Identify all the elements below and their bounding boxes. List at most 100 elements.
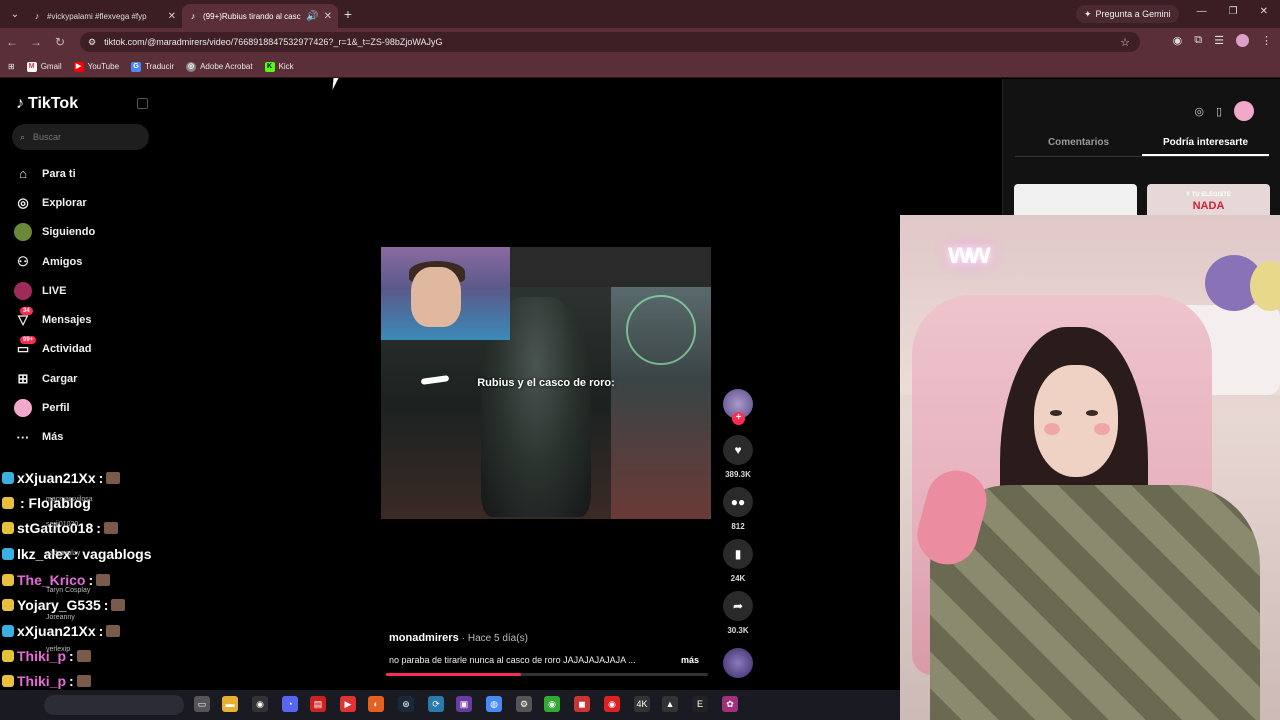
creator-avatar[interactable]: + <box>723 389 753 425</box>
sidebar-item-explorar[interactable]: ◎ Explorar <box>14 188 174 217</box>
app-icon[interactable]: ◉ <box>604 696 620 712</box>
minimize-icon[interactable]: — <box>1197 6 1207 17</box>
facecam-face <box>411 267 461 327</box>
bookmark-acrobat[interactable]: ◎ Adobe Acrobat <box>186 61 253 72</box>
app-icon[interactable]: ✿ <box>722 696 738 712</box>
extension-icon[interactable]: ◉ <box>1173 34 1183 47</box>
music-disc[interactable] <box>723 648 753 678</box>
sidebar-item-perfil[interactable]: Perfil <box>14 393 174 422</box>
gemini-button[interactable]: ✦ Pregunta a Gemini <box>1076 5 1179 23</box>
phone-icon[interactable]: ▯ <box>1216 105 1222 118</box>
sidebar-item-amigos[interactable]: ⚇ Amigos <box>14 247 174 276</box>
bookmark-translate[interactable]: G Traducir <box>131 61 174 72</box>
video-player[interactable]: Rubius y el casco de roro: <box>381 247 711 519</box>
bookmarks-bar: ⊞ M Gmail ▶ YouTube G Traducir ◎ Adobe Acrob… <box>0 56 1280 78</box>
chrome-icon[interactable]: ◍ <box>486 696 502 712</box>
app-icon[interactable]: ◉ <box>544 696 560 712</box>
search-box[interactable]: ⌕ <box>12 124 149 150</box>
bookmark-gmail[interactable]: M Gmail <box>26 61 62 72</box>
browser-tab-active[interactable]: ♪ (99+)Rubius tirando al casc 🔊 ✕ <box>182 4 338 28</box>
chat-username: xXjuan21Xx <box>17 623 96 639</box>
sidebar-item-mensajes[interactable]: ▽ 34 Mensajes <box>14 305 174 334</box>
app-icon[interactable]: ▤ <box>310 696 326 712</box>
app-icon[interactable]: 4K <box>634 696 650 712</box>
bookmark-label: Gmail <box>40 62 62 71</box>
audio-icon[interactable]: 🔊 <box>306 11 318 22</box>
sidebar-item-live[interactable]: LIVE <box>14 276 174 305</box>
firefox-icon[interactable]: ◐ <box>368 696 384 712</box>
sidebar-item-cargar[interactable]: ⊞ Cargar <box>14 364 174 393</box>
taskview-icon[interactable]: ▭ <box>194 696 210 712</box>
new-tab-button[interactable]: + <box>338 6 358 22</box>
share-button[interactable]: ➦ <box>723 591 753 621</box>
sidebar-item-mas[interactable]: ··· Más <box>14 423 174 452</box>
discord-icon[interactable]: ◔ <box>282 696 298 712</box>
bookmark-kick[interactable]: K Kick <box>264 61 294 72</box>
app-icon[interactable]: ◼ <box>574 696 590 712</box>
bookmark-star-icon[interactable]: ☆ <box>1120 36 1130 49</box>
comment-button[interactable]: ●● <box>723 487 753 517</box>
search-input[interactable] <box>33 132 134 142</box>
restore-icon[interactable]: ❐ <box>1229 6 1238 17</box>
like-button[interactable]: ♥ <box>723 435 753 465</box>
profile-avatar[interactable] <box>1236 34 1249 47</box>
collapse-sidebar-icon[interactable] <box>137 98 148 109</box>
chat-message: xXjuan21Xx: <box>2 621 121 641</box>
compass-small-icon[interactable]: ◎ <box>1194 105 1204 118</box>
tab-search-icon[interactable]: ⌄ <box>4 4 26 24</box>
folder-icon[interactable]: ▬ <box>222 696 238 712</box>
tab-close-icon[interactable]: ✕ <box>168 11 176 22</box>
author-name[interactable]: monadmirers <box>389 632 459 644</box>
back-icon[interactable]: ← <box>0 35 24 49</box>
upload-icon: ⊞ <box>17 370 29 386</box>
chat-emote-icon <box>106 625 121 637</box>
save-button[interactable]: ▮ <box>723 539 753 569</box>
app-icon[interactable]: ▶ <box>340 696 356 712</box>
sidebar-item-label: Siguiendo <box>42 226 96 239</box>
tiktok-favicon-icon: ♪ <box>190 11 196 21</box>
app-icon[interactable]: ▲ <box>662 696 678 712</box>
tiktok-logo[interactable]: ♪ TikTok <box>16 95 78 113</box>
epic-icon[interactable]: E <box>692 696 708 712</box>
more-button[interactable]: más <box>681 655 699 665</box>
profile-icon <box>14 399 32 418</box>
address-bar[interactable]: ⚙ tiktok.com/@maradmirers/video/76689188… <box>80 32 1140 52</box>
sidebar-item-para-ti[interactable]: ⌂ Para ti <box>14 159 174 188</box>
activity-icon: ▭ 99+ <box>14 336 37 358</box>
site-info-icon[interactable]: ⚙ <box>88 37 96 48</box>
bookmark-youtube[interactable]: ▶ YouTube <box>73 61 119 72</box>
browser-tab[interactable]: ♪ #vickypalami #flexvega #fyp ✕ <box>26 4 182 28</box>
messages-badge: 34 <box>20 307 33 316</box>
tab-close-icon[interactable]: ✕ <box>324 11 332 22</box>
apps-grid-icon[interactable]: ⊞ <box>8 62 15 71</box>
bookmark-label: Adobe Acrobat <box>200 62 253 71</box>
close-window-icon[interactable]: ✕ <box>1260 6 1268 17</box>
steam-icon[interactable]: ⊛ <box>398 696 414 712</box>
chat-message: Yojary_G535: <box>2 595 126 615</box>
save-count: 24K <box>730 574 746 583</box>
menu-icon[interactable]: ⋮ <box>1261 34 1272 47</box>
video-progress-bar[interactable] <box>386 673 708 676</box>
sidebar-item-actividad[interactable]: ▭ 99+ Actividad <box>14 335 174 364</box>
comment-icon: ●● <box>730 495 746 509</box>
taskbar: ▭ ▬ ◉ ◔ ▤ ▶ ◐ ⊛ ⟳ ▣ ◍ ⚙ ◉ ◼ ◉ 4K ▲ E ✿ <box>0 690 900 720</box>
home-icon: ⌂ <box>19 166 27 182</box>
taskbar-search[interactable] <box>44 695 184 715</box>
follow-plus-icon[interactable]: + <box>732 412 745 425</box>
profile-pig-avatar[interactable] <box>1234 101 1254 121</box>
twitch-icon[interactable]: ▣ <box>456 696 472 712</box>
logo-text: TikTok <box>28 95 79 112</box>
tab-comentarios[interactable]: Comentarios <box>1015 131 1142 156</box>
puzzle-icon[interactable]: ⧉ <box>1194 34 1202 47</box>
obs-icon[interactable]: ◉ <box>252 696 268 712</box>
forward-icon[interactable]: → <box>24 35 48 49</box>
settings-icon[interactable]: ⚙ <box>516 696 532 712</box>
tab-podria-interesarte[interactable]: Podría interesarte <box>1142 131 1269 156</box>
chat-sub-username: Taryn Cosplay <box>46 587 91 594</box>
live-icon <box>14 281 32 300</box>
media-icon[interactable]: ☰ <box>1214 34 1224 47</box>
reload-icon[interactable]: ↻ <box>48 35 72 49</box>
app-icon[interactable]: ⟳ <box>428 696 444 712</box>
sidebar-item-siguiendo[interactable]: Siguiendo <box>14 218 174 247</box>
search-icon: ⌕ <box>20 131 26 142</box>
